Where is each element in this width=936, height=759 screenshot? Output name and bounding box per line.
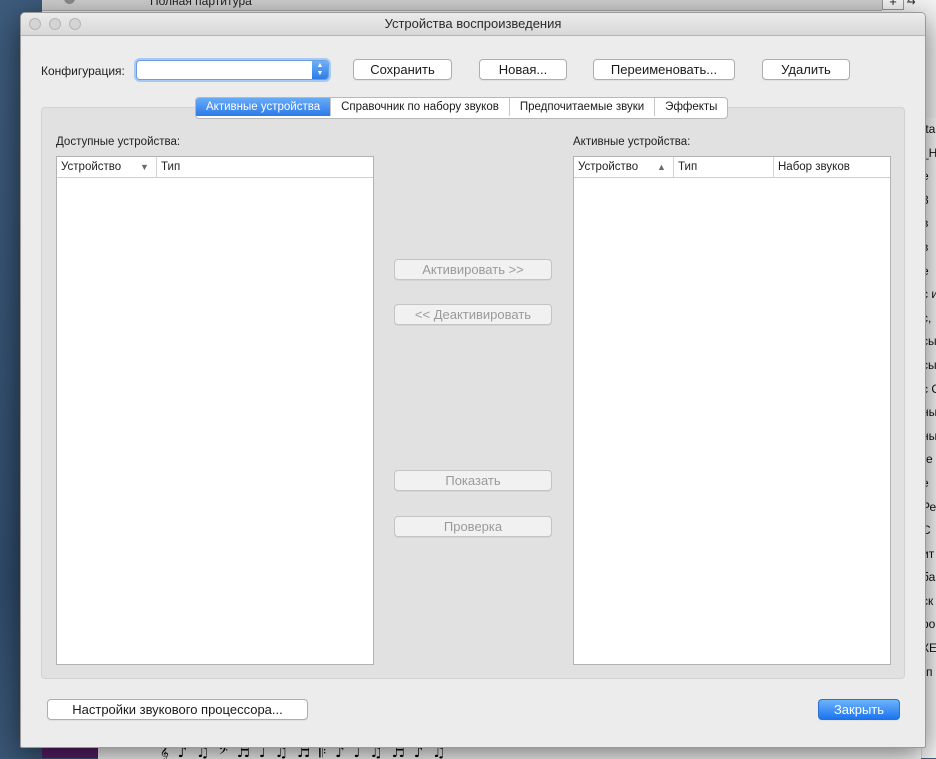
add-tab-button[interactable]: +	[882, 0, 904, 10]
column-label: Устройство	[61, 161, 122, 173]
tab-preferred-sounds[interactable]: Предпочитаемые звуки	[510, 98, 656, 116]
column-header-device[interactable]: Устройство ▲	[574, 157, 674, 177]
rename-button[interactable]: Переименовать...	[593, 59, 735, 80]
tab-sound-set-reference[interactable]: Справочник по набору звуков	[331, 98, 510, 116]
sort-ascending-icon: ▲	[657, 162, 666, 172]
config-label: Конфигурация:	[41, 64, 125, 78]
background-tab-title: Полная партитура	[150, 0, 252, 8]
save-button[interactable]: Сохранить	[353, 59, 452, 80]
column-label: Устройство	[578, 161, 639, 173]
swap-icon[interactable]: ⇆	[904, 0, 918, 8]
tab-bar: Активные устройства Справочник по набору…	[195, 97, 729, 119]
active-devices-table[interactable]: Устройство ▲ Тип Набор звуков	[573, 156, 891, 665]
dialog-title: Устройства воспроизведения	[384, 16, 562, 31]
column-header-device[interactable]: Устройство ▼	[57, 157, 157, 177]
test-button[interactable]: Проверка	[394, 516, 552, 537]
close-button[interactable]: Закрыть	[818, 699, 900, 720]
title-bar[interactable]: Устройства воспроизведения	[21, 13, 925, 36]
background-tab[interactable]: × Полная партитура	[52, 0, 342, 8]
background-tab-bar: × Полная партитура	[42, 0, 882, 11]
chevron-up-down-icon[interactable]: ▲ ▼	[312, 61, 328, 79]
sound-processor-settings-button[interactable]: Настройки звукового процессора...	[47, 699, 308, 720]
table-header: Устройство ▼ Тип	[57, 157, 373, 178]
sort-descending-icon: ▼	[140, 162, 149, 172]
playback-devices-dialog: Устройства воспроизведения Конфигурация:…	[20, 12, 926, 748]
table-header: Устройство ▲ Тип Набор звуков	[574, 157, 890, 178]
tab-active-devices[interactable]: Активные устройства	[196, 98, 332, 116]
show-button[interactable]: Показать	[394, 470, 552, 491]
deactivate-button[interactable]: << Деактивировать	[394, 304, 552, 325]
activate-button[interactable]: Активировать >>	[394, 259, 552, 280]
available-devices-table[interactable]: Устройство ▼ Тип	[56, 156, 374, 665]
available-devices-label: Доступные устройства:	[56, 136, 181, 148]
column-header-type[interactable]: Тип	[674, 157, 774, 177]
tab-effects[interactable]: Эффекты	[655, 98, 727, 116]
close-icon[interactable]: ×	[64, 0, 75, 4]
active-devices-label: Активные устройства:	[573, 136, 691, 148]
column-header-sound-set[interactable]: Набор звуков	[774, 157, 890, 177]
column-header-type[interactable]: Тип	[157, 157, 373, 177]
config-select[interactable]: ▲ ▼	[136, 60, 329, 80]
new-button[interactable]: Новая...	[479, 59, 567, 80]
delete-button[interactable]: Удалить	[762, 59, 850, 80]
